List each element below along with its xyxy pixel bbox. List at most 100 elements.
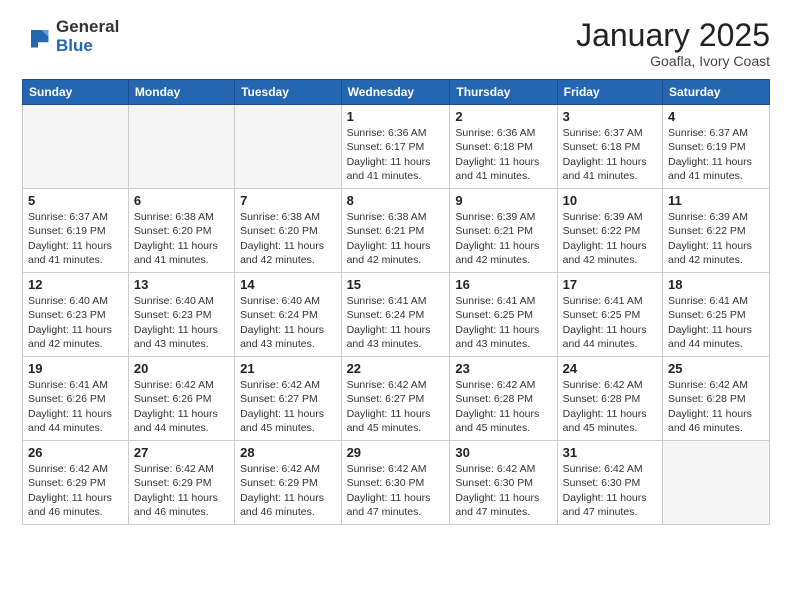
day-number: 29 (347, 445, 445, 460)
calendar-cell: 20Sunrise: 6:42 AM Sunset: 6:26 PM Dayli… (128, 357, 234, 441)
day-info: Sunrise: 6:36 AM Sunset: 6:17 PM Dayligh… (347, 126, 445, 183)
day-info: Sunrise: 6:42 AM Sunset: 6:28 PM Dayligh… (668, 378, 764, 435)
day-info: Sunrise: 6:42 AM Sunset: 6:27 PM Dayligh… (240, 378, 335, 435)
day-number: 19 (28, 361, 123, 376)
day-info: Sunrise: 6:41 AM Sunset: 6:26 PM Dayligh… (28, 378, 123, 435)
day-number: 12 (28, 277, 123, 292)
day-info: Sunrise: 6:41 AM Sunset: 6:25 PM Dayligh… (455, 294, 551, 351)
day-info: Sunrise: 6:39 AM Sunset: 6:21 PM Dayligh… (455, 210, 551, 267)
day-info: Sunrise: 6:42 AM Sunset: 6:27 PM Dayligh… (347, 378, 445, 435)
col-saturday: Saturday (663, 80, 770, 105)
calendar-week-3: 19 Sunrise: 6:41 AM Sunset: 6:26 PM Dayli… (23, 357, 770, 441)
page: General Blue January 2025 Goafla, Ivory … (0, 0, 792, 612)
calendar-week-4: 26 Sunrise: 6:42 AM Sunset: 6:29 PM Dayli… (23, 441, 770, 525)
day-number: 5 (28, 193, 123, 208)
day-number: 3 (563, 109, 657, 124)
calendar-cell: 22 Sunrise: 6:42 AM Sunset: 6:27 PM Dayli… (341, 357, 450, 441)
day-number: 6 (134, 193, 229, 208)
calendar-table: Sunday Monday Tuesday Wednesday Thursday… (22, 79, 770, 525)
title-block: January 2025 Goafla, Ivory Coast (576, 18, 770, 69)
logo-icon (24, 23, 52, 51)
col-friday: Friday (557, 80, 662, 105)
day-number: 22 (347, 361, 445, 376)
day-number: 21 (240, 361, 335, 376)
header: General Blue January 2025 Goafla, Ivory … (22, 18, 770, 69)
day-info: Sunrise: 6:39 AM Sunset: 6:22 PM Dayligh… (563, 210, 657, 267)
day-number: 1 (347, 109, 445, 124)
day-number: 26 (28, 445, 123, 460)
calendar-week-1: 5 Sunrise: 6:37 AM Sunset: 6:19 PM Daylig… (23, 189, 770, 273)
calendar-cell: 25Sunrise: 6:42 AM Sunset: 6:28 PM Dayli… (663, 357, 770, 441)
day-info: Sunrise: 6:42 AM Sunset: 6:29 PM Dayligh… (28, 462, 123, 519)
title-month: January 2025 (576, 18, 770, 53)
calendar-cell: 4 Sunrise: 6:37 AM Sunset: 6:19 PM Daylig… (663, 105, 770, 189)
day-info: Sunrise: 6:40 AM Sunset: 6:24 PM Dayligh… (240, 294, 335, 351)
day-number: 8 (347, 193, 445, 208)
day-number: 16 (455, 277, 551, 292)
day-number: 27 (134, 445, 229, 460)
calendar-cell (23, 105, 129, 189)
calendar-cell: 24 Sunrise: 6:42 AM Sunset: 6:28 PM Dayli… (557, 357, 662, 441)
day-info: Sunrise: 6:37 AM Sunset: 6:19 PM Dayligh… (28, 210, 123, 267)
logo: General Blue (22, 18, 119, 55)
day-number: 17 (563, 277, 657, 292)
day-info: Sunrise: 6:42 AM Sunset: 6:30 PM Dayligh… (563, 462, 657, 519)
col-monday: Monday (128, 80, 234, 105)
col-sunday: Sunday (23, 80, 129, 105)
day-info: Sunrise: 6:37 AM Sunset: 6:19 PM Dayligh… (668, 126, 764, 183)
calendar-cell: 17 Sunrise: 6:41 AM Sunset: 6:25 PM Dayli… (557, 273, 662, 357)
day-info: Sunrise: 6:40 AM Sunset: 6:23 PM Dayligh… (134, 294, 229, 351)
calendar-cell: 15Sunrise: 6:41 AM Sunset: 6:24 PM Dayli… (341, 273, 450, 357)
calendar-header-row: Sunday Monday Tuesday Wednesday Thursday… (23, 80, 770, 105)
day-info: Sunrise: 6:42 AM Sunset: 6:30 PM Dayligh… (455, 462, 551, 519)
col-wednesday: Wednesday (341, 80, 450, 105)
day-info: Sunrise: 6:41 AM Sunset: 6:25 PM Dayligh… (563, 294, 657, 351)
calendar-cell: 18 Sunrise: 6:41 AM Sunset: 6:25 PM Dayli… (663, 273, 770, 357)
day-info: Sunrise: 6:42 AM Sunset: 6:28 PM Dayligh… (455, 378, 551, 435)
calendar-cell: 5 Sunrise: 6:37 AM Sunset: 6:19 PM Daylig… (23, 189, 129, 273)
calendar-cell: 11Sunrise: 6:39 AM Sunset: 6:22 PM Dayli… (663, 189, 770, 273)
day-info: Sunrise: 6:42 AM Sunset: 6:28 PM Dayligh… (563, 378, 657, 435)
calendar-cell: 27Sunrise: 6:42 AM Sunset: 6:29 PM Dayli… (128, 441, 234, 525)
day-number: 15 (347, 277, 445, 292)
day-info: Sunrise: 6:40 AM Sunset: 6:23 PM Dayligh… (28, 294, 123, 351)
day-number: 31 (563, 445, 657, 460)
calendar-cell: 14 Sunrise: 6:40 AM Sunset: 6:24 PM Dayli… (235, 273, 341, 357)
day-info: Sunrise: 6:41 AM Sunset: 6:25 PM Dayligh… (668, 294, 764, 351)
logo-blue-text: Blue (56, 37, 119, 56)
day-info: Sunrise: 6:36 AM Sunset: 6:18 PM Dayligh… (455, 126, 551, 183)
calendar-cell: 7Sunrise: 6:38 AM Sunset: 6:20 PM Daylig… (235, 189, 341, 273)
calendar-cell: 30 Sunrise: 6:42 AM Sunset: 6:30 PM Dayli… (450, 441, 557, 525)
calendar-cell: 1 Sunrise: 6:36 AM Sunset: 6:17 PM Daylig… (341, 105, 450, 189)
calendar-cell (235, 105, 341, 189)
day-number: 13 (134, 277, 229, 292)
calendar-cell: 2 Sunrise: 6:36 AM Sunset: 6:18 PM Daylig… (450, 105, 557, 189)
col-tuesday: Tuesday (235, 80, 341, 105)
calendar-cell: 12 Sunrise: 6:40 AM Sunset: 6:23 PM Dayli… (23, 273, 129, 357)
day-number: 28 (240, 445, 335, 460)
day-number: 30 (455, 445, 551, 460)
day-number: 24 (563, 361, 657, 376)
calendar-week-2: 12 Sunrise: 6:40 AM Sunset: 6:23 PM Dayli… (23, 273, 770, 357)
logo-text: General Blue (56, 18, 119, 55)
day-number: 2 (455, 109, 551, 124)
calendar-cell (128, 105, 234, 189)
day-info: Sunrise: 6:38 AM Sunset: 6:21 PM Dayligh… (347, 210, 445, 267)
day-number: 4 (668, 109, 764, 124)
calendar-cell (663, 441, 770, 525)
calendar-cell: 9 Sunrise: 6:39 AM Sunset: 6:21 PM Daylig… (450, 189, 557, 273)
day-number: 14 (240, 277, 335, 292)
day-info: Sunrise: 6:39 AM Sunset: 6:22 PM Dayligh… (668, 210, 764, 267)
col-thursday: Thursday (450, 80, 557, 105)
day-info: Sunrise: 6:42 AM Sunset: 6:26 PM Dayligh… (134, 378, 229, 435)
day-info: Sunrise: 6:38 AM Sunset: 6:20 PM Dayligh… (240, 210, 335, 267)
calendar-cell: 3Sunrise: 6:37 AM Sunset: 6:18 PM Daylig… (557, 105, 662, 189)
day-number: 10 (563, 193, 657, 208)
day-number: 9 (455, 193, 551, 208)
day-number: 18 (668, 277, 764, 292)
calendar-cell: 26 Sunrise: 6:42 AM Sunset: 6:29 PM Dayli… (23, 441, 129, 525)
calendar-cell: 6Sunrise: 6:38 AM Sunset: 6:20 PM Daylig… (128, 189, 234, 273)
calendar-cell: 8 Sunrise: 6:38 AM Sunset: 6:21 PM Daylig… (341, 189, 450, 273)
calendar-cell: 10 Sunrise: 6:39 AM Sunset: 6:22 PM Dayli… (557, 189, 662, 273)
calendar-cell: 23Sunrise: 6:42 AM Sunset: 6:28 PM Dayli… (450, 357, 557, 441)
